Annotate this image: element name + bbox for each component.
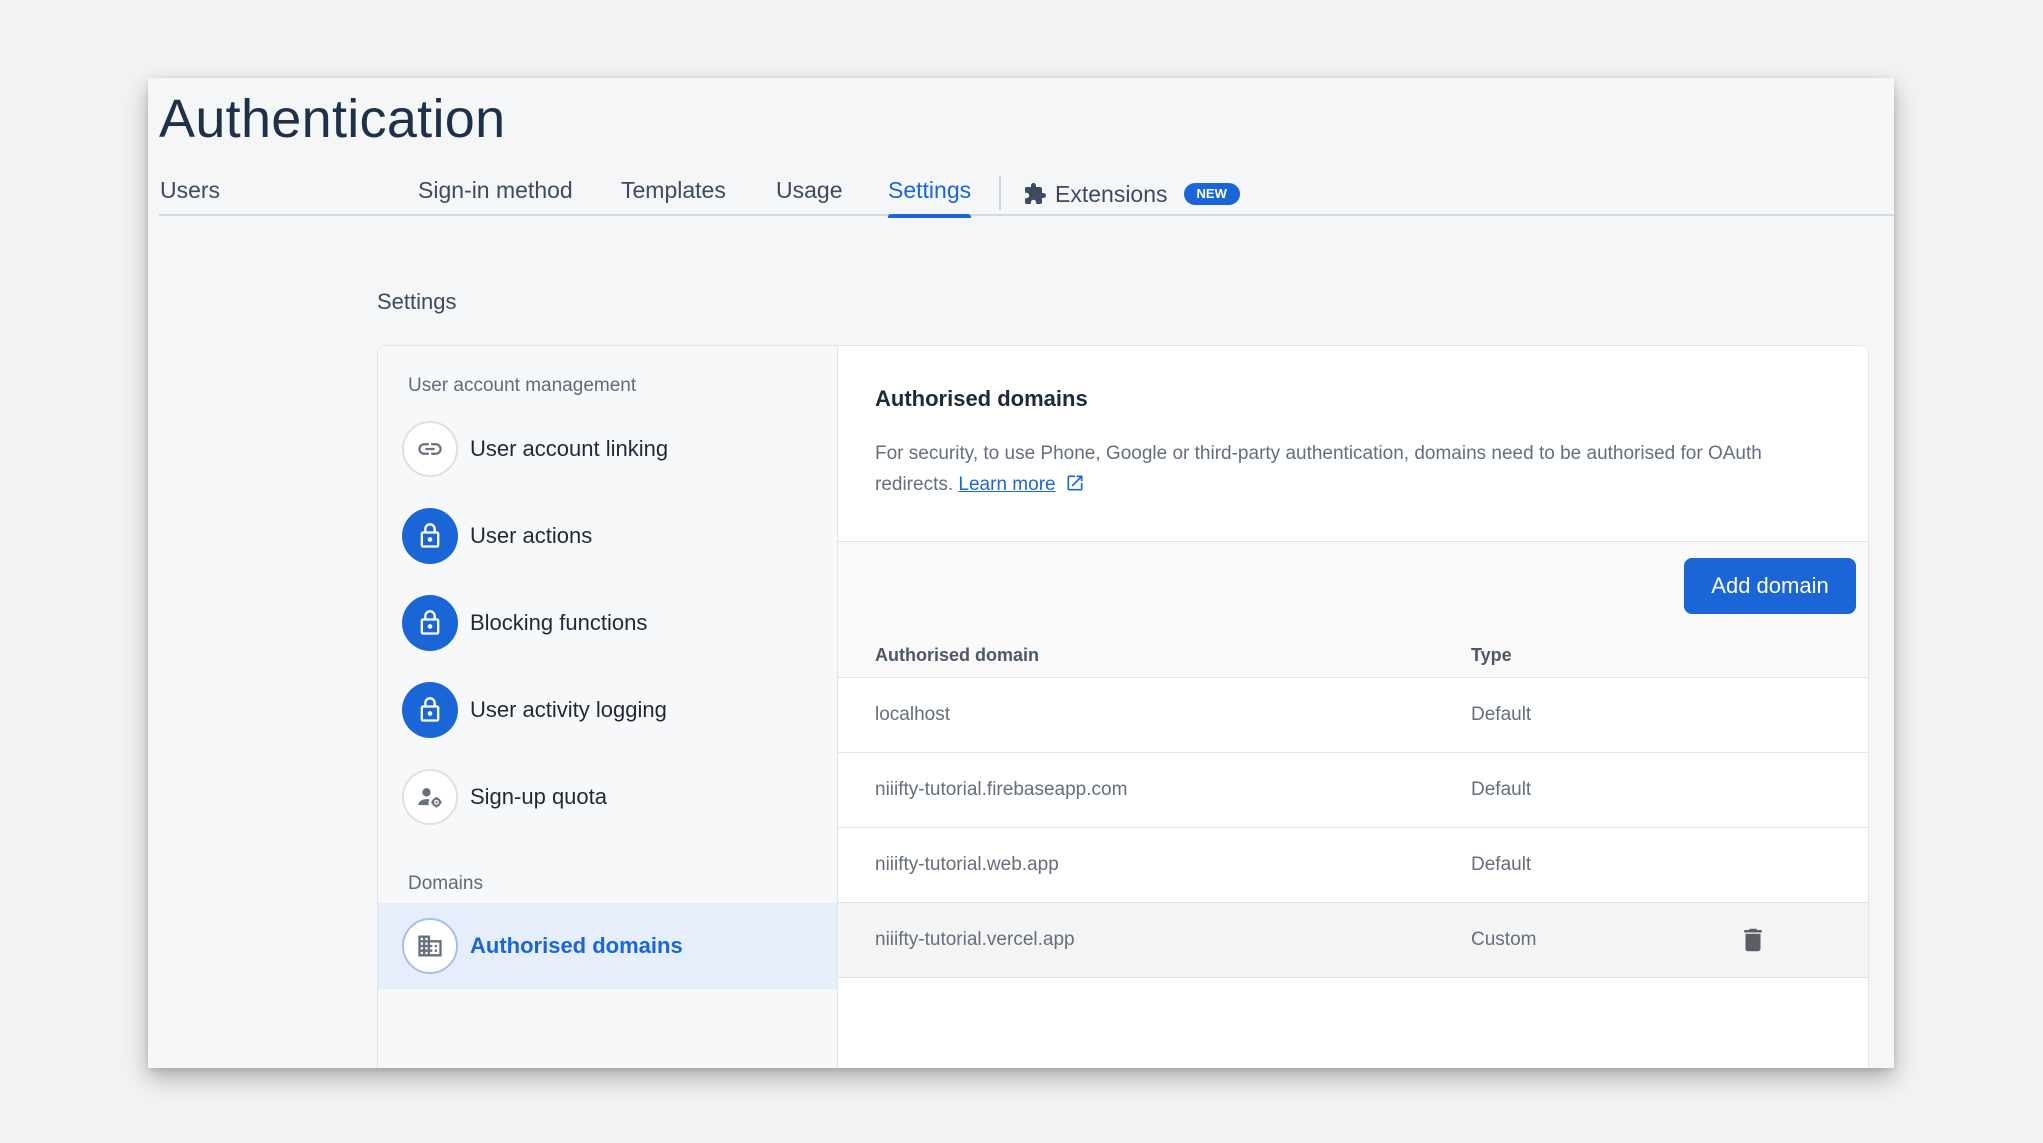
add-domain-button[interactable]: Add domain xyxy=(1684,558,1856,614)
building-icon xyxy=(402,918,458,974)
settings-sidebar: User account management User account lin… xyxy=(378,346,838,1068)
column-header-domain: Authorised domain xyxy=(875,645,1040,665)
panel-description: For security, to use Phone, Google or th… xyxy=(875,438,1805,503)
sidebar-item-label: User actions xyxy=(470,523,593,548)
sidebar-item-label: User account linking xyxy=(470,436,669,461)
domain-cell: niiifty-tutorial.vercel.app xyxy=(875,929,1075,950)
tab-extensions[interactable]: Extensions NEW xyxy=(1023,172,1240,216)
sidebar-item-authorised-domains[interactable]: Authorised domains xyxy=(378,903,837,989)
sidebar-item-label: Authorised domains xyxy=(470,933,683,958)
tab-extensions-label: Extensions xyxy=(1055,181,1168,207)
group-label-domains: Domains xyxy=(408,873,483,894)
tab-bar: Users Sign-in method Templates Usage Set… xyxy=(159,172,1894,218)
app-window: Authentication Users Sign-in method Temp… xyxy=(148,78,1894,1068)
domain-cell: localhost xyxy=(875,704,950,725)
user-settings-icon xyxy=(402,769,458,825)
delete-icon[interactable] xyxy=(1738,925,1768,960)
sidebar-item-user-account-linking[interactable]: User account linking xyxy=(378,406,837,492)
sidebar-item-label: Blocking functions xyxy=(470,610,648,635)
sidebar-item-user-activity-logging[interactable]: User activity logging xyxy=(378,667,837,753)
type-cell: Default xyxy=(1471,854,1532,875)
table-row[interactable]: niiifty-tutorial.web.app Default xyxy=(838,828,1868,903)
link-icon xyxy=(402,421,458,477)
sidebar-item-label: Sign-up quota xyxy=(470,784,607,809)
settings-card: User account management User account lin… xyxy=(377,345,1869,1068)
new-badge: NEW xyxy=(1183,183,1240,205)
domains-table: Add domain Authorised domain Type localh… xyxy=(838,542,1868,978)
tab-sign-in-method[interactable]: Sign-in method xyxy=(418,172,573,216)
type-cell: Custom xyxy=(1471,929,1537,950)
sidebar-item-label: User activity logging xyxy=(470,697,667,722)
learn-more-link[interactable]: Learn more xyxy=(958,474,1055,495)
table-row[interactable]: niiifty-tutorial.vercel.app Custom xyxy=(838,903,1868,978)
table-row[interactable]: niiifty-tutorial.firebaseapp.com Default xyxy=(838,753,1868,828)
page-title: Authentication xyxy=(159,89,506,149)
type-cell: Default xyxy=(1471,704,1532,725)
lock-icon xyxy=(402,682,458,738)
sidebar-item-user-actions[interactable]: User actions xyxy=(378,493,837,579)
tab-divider xyxy=(999,176,1001,210)
tab-settings[interactable]: Settings xyxy=(888,172,972,218)
domain-cell: niiifty-tutorial.firebaseapp.com xyxy=(875,779,1128,800)
type-cell: Default xyxy=(1471,779,1532,800)
panel-header: Authorised domains For security, to use … xyxy=(838,346,1868,542)
sidebar-item-blocking-functions[interactable]: Blocking functions xyxy=(378,580,837,666)
panel-title: Authorised domains xyxy=(875,386,1088,411)
domain-cell: niiifty-tutorial.web.app xyxy=(875,854,1059,875)
sidebar-item-sign-up-quota[interactable]: Sign-up quota xyxy=(378,754,837,840)
table-row[interactable]: localhost Default xyxy=(838,678,1868,753)
group-label-user-account-management: User account management xyxy=(408,375,637,396)
tab-usage[interactable]: Usage xyxy=(776,172,842,216)
extensions-icon xyxy=(1023,182,1047,206)
authorised-domains-panel: Authorised domains For security, to use … xyxy=(838,346,1868,1068)
lock-icon xyxy=(402,595,458,651)
section-title: Settings xyxy=(377,289,457,314)
tab-templates[interactable]: Templates xyxy=(621,172,726,216)
lock-icon xyxy=(402,508,458,564)
external-link-icon xyxy=(1065,472,1085,503)
column-header-type: Type xyxy=(1471,645,1512,665)
tab-users[interactable]: Users xyxy=(160,172,220,216)
